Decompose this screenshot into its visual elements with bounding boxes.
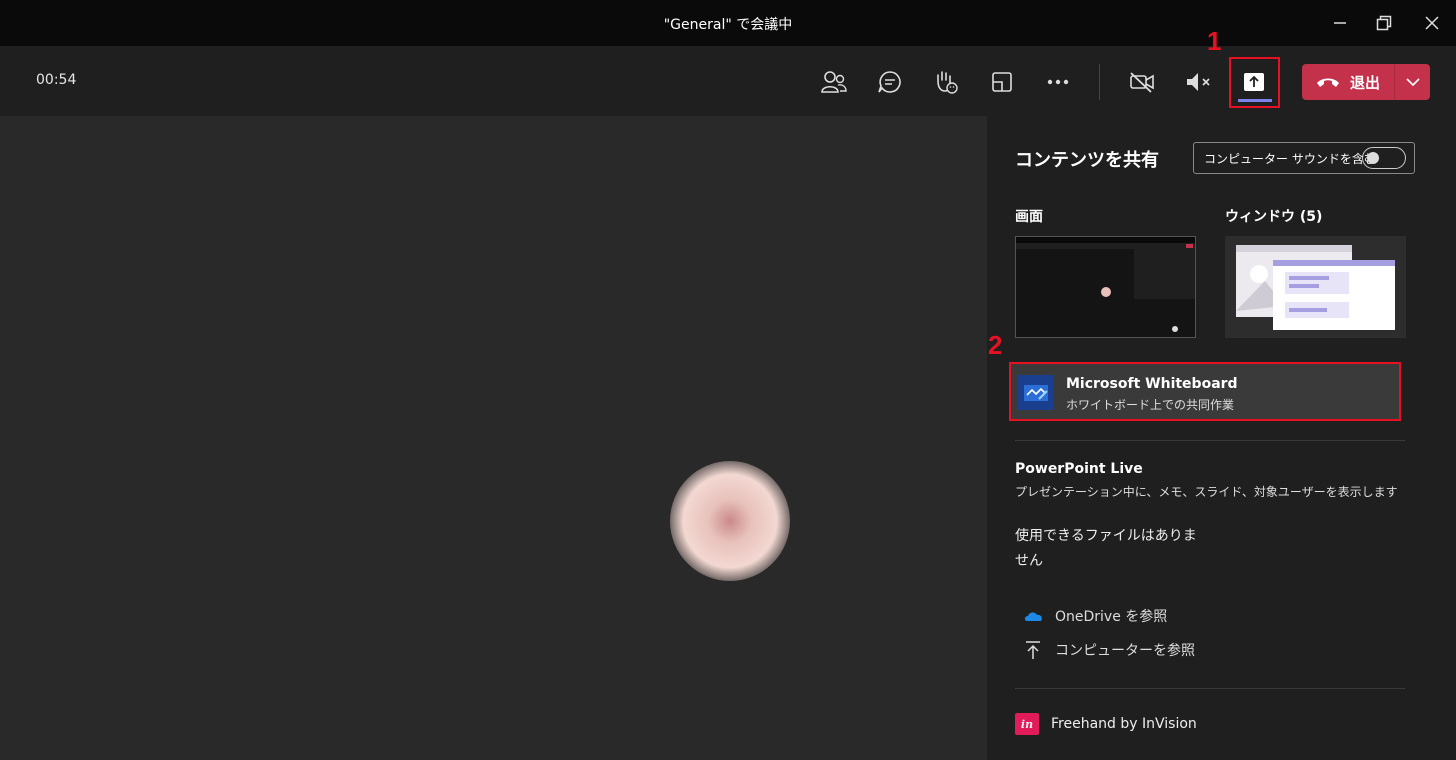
window-title: "General" で会議中	[663, 17, 793, 33]
powerpoint-live-subtitle: プレゼンテーション中に、メモ、スライド、対象ユーザーを表示します	[1015, 485, 1398, 499]
participant-avatar	[670, 461, 790, 581]
camera-off-icon	[1130, 72, 1154, 93]
more-icon	[1047, 79, 1069, 85]
toggle-switch[interactable]	[1362, 147, 1406, 169]
rooms-icon	[992, 72, 1012, 92]
toolbar-separator	[1099, 64, 1100, 100]
close-button[interactable]	[1414, 8, 1450, 38]
chat-icon	[878, 71, 901, 93]
restore-icon	[1376, 15, 1392, 31]
rooms-button[interactable]	[984, 64, 1020, 100]
callout-number-2: 2	[988, 330, 1003, 360]
more-actions-button[interactable]	[1040, 64, 1076, 100]
computer-sound-toggle[interactable]: コンピューター サウンドを含む	[1193, 142, 1415, 174]
window-section-label: ウィンドウ (5)	[1225, 209, 1323, 225]
screen-preview-image	[1016, 237, 1195, 332]
speaker-mute-icon	[1187, 73, 1210, 91]
divider	[1015, 688, 1405, 689]
leave-label: 退出	[1350, 73, 1381, 92]
window-preview-image	[1236, 245, 1395, 330]
freehand-label: Freehand by InVision	[1051, 716, 1197, 732]
onedrive-icon	[1024, 612, 1042, 621]
screen-thumbnail[interactable]	[1015, 236, 1196, 338]
video-stage	[0, 116, 987, 760]
no-files-message: 使用できるファイルはありません	[1015, 528, 1197, 569]
microsoft-whiteboard-option[interactable]: Microsoft Whiteboard ホワイトボード上での共同作業	[1009, 362, 1401, 421]
freehand-option[interactable]: in Freehand by InVision	[1015, 713, 1197, 735]
whiteboard-name: Microsoft Whiteboard	[1066, 376, 1238, 392]
browse-computer-link[interactable]: コンピューターを参照	[1023, 640, 1195, 660]
callout-number-1: 1	[1207, 26, 1222, 56]
powerpoint-live-title: PowerPoint Live	[1015, 461, 1143, 477]
browse-onedrive-link[interactable]: OneDrive を参照	[1023, 606, 1167, 626]
chevron-down-icon	[1405, 78, 1420, 87]
camera-button[interactable]	[1124, 64, 1160, 100]
speaker-button[interactable]	[1180, 64, 1216, 100]
invision-icon: in	[1015, 713, 1039, 735]
people-icon	[821, 71, 847, 93]
computer-label: コンピューターを参照	[1055, 643, 1195, 659]
reactions-button[interactable]	[928, 64, 964, 100]
close-icon	[1425, 16, 1439, 30]
raise-hand-icon	[937, 71, 958, 94]
window-thumbnail[interactable]	[1225, 236, 1406, 338]
share-content-panel: コンテンツを共有 コンピューター サウンドを含む 画面 ウィンドウ (5) Mi…	[987, 116, 1456, 760]
onedrive-label: OneDrive を参照	[1055, 609, 1168, 625]
computer-sound-label: コンピューター サウンドを含む	[1204, 151, 1376, 166]
divider	[1015, 440, 1405, 441]
meeting-toolbar: 00:54 退出	[0, 46, 1456, 116]
whiteboard-icon	[1018, 375, 1053, 410]
screen-section-label: 画面	[1015, 209, 1043, 225]
chat-button[interactable]	[872, 64, 908, 100]
participants-button[interactable]	[816, 64, 852, 100]
leave-options-dropdown[interactable]	[1394, 64, 1430, 100]
title-bar: "General" で会議中	[0, 0, 1456, 46]
minimize-icon	[1334, 22, 1346, 24]
share-active-indicator	[1238, 99, 1272, 102]
minimize-button[interactable]	[1322, 8, 1358, 38]
leave-button[interactable]: 退出	[1302, 64, 1394, 100]
upload-arrow-icon	[1026, 641, 1040, 659]
call-timer: 00:54	[36, 72, 77, 88]
panel-title: コンテンツを共有	[1015, 150, 1159, 171]
toggle-knob	[1367, 152, 1379, 164]
phone-hangup-icon	[1317, 78, 1339, 87]
restore-button[interactable]	[1366, 8, 1402, 38]
whiteboard-subtitle: ホワイトボード上での共同作業	[1066, 398, 1235, 412]
